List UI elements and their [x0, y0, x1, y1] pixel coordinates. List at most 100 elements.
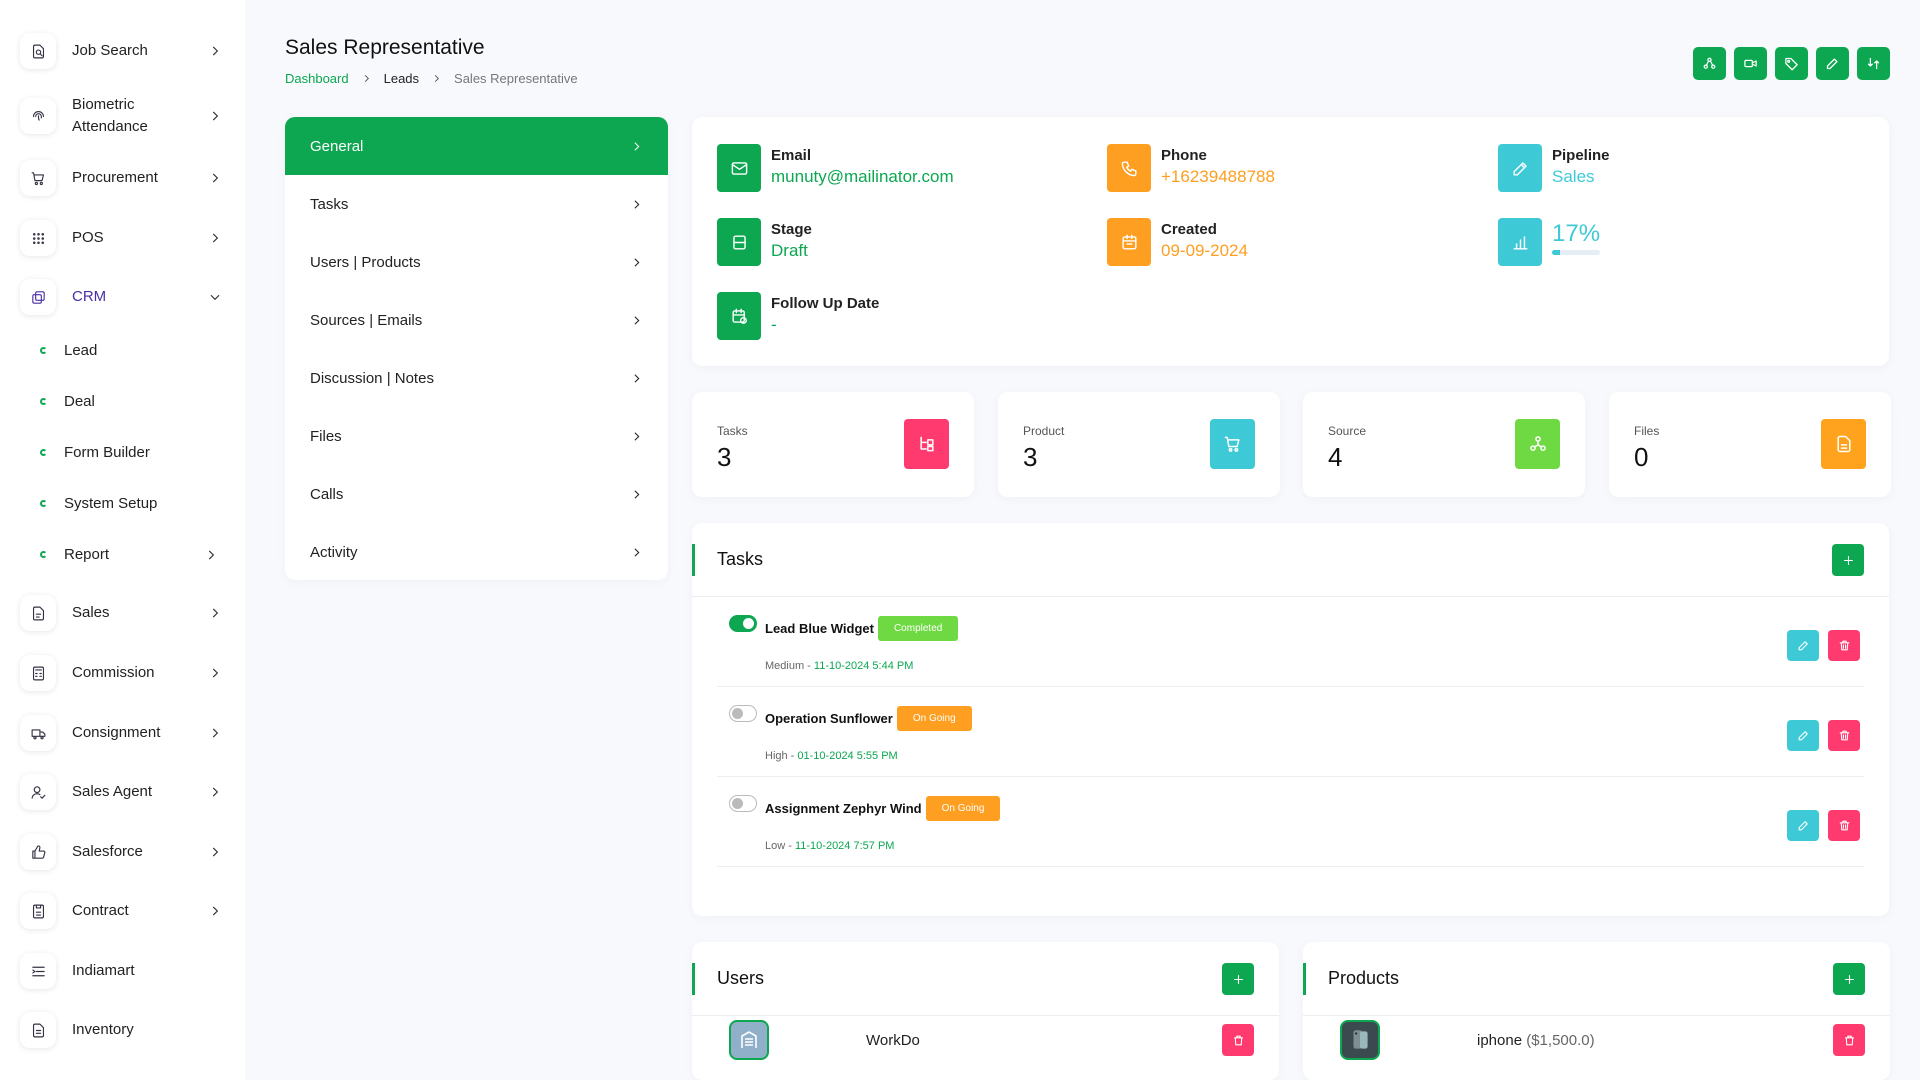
list-icon: [20, 953, 56, 989]
sidebar-item-indiamart[interactable]: Indiamart: [20, 953, 230, 989]
progress-percent: 17%: [1552, 220, 1601, 247]
chevron-right-icon: [634, 431, 640, 441]
sidebar-subitem-lead[interactable]: Lead: [40, 342, 230, 359]
task-name: Assignment Zephyr Wind On Going: [765, 796, 1001, 821]
product-image: [1340, 1020, 1380, 1060]
users-title: Users: [717, 968, 765, 988]
share-button[interactable]: [1693, 47, 1726, 80]
convert-button[interactable]: [1857, 47, 1890, 80]
task-row: Operation Sunflower On Going High - 01-10…: [717, 687, 1864, 777]
task-complete-toggle[interactable]: [729, 705, 757, 722]
sidebar-item-commission[interactable]: Commission: [20, 655, 230, 691]
sidebar-item-biometric-attendance[interactable]: Biometric Attendance: [20, 94, 230, 138]
calculator-icon: [20, 655, 56, 691]
task-complete-toggle[interactable]: [729, 615, 757, 632]
menu-item-label: General: [310, 137, 364, 155]
task-meta: High - 01-10-2024 5:55 PM: [765, 750, 898, 762]
sidebar-item-crm[interactable]: CRM: [20, 279, 230, 315]
sidebar-subitem-deal[interactable]: Deal: [40, 393, 230, 410]
subitem-label: System Setup: [64, 495, 158, 512]
chevron-right-icon: [212, 668, 219, 678]
label-button[interactable]: [1775, 47, 1808, 80]
delete-product-button[interactable]: [1833, 1024, 1865, 1056]
stat-card-product: Product 3: [998, 392, 1280, 497]
edit-task-button[interactable]: [1787, 810, 1819, 841]
created-value: 09-09-2024: [1161, 241, 1248, 260]
menu-item-users-products[interactable]: Users | Products: [285, 233, 668, 291]
task-title: Operation Sunflower: [765, 711, 893, 726]
sidebar-subitem-form-builder[interactable]: Form Builder: [40, 444, 230, 461]
breadcrumb-dashboard[interactable]: Dashboard: [285, 71, 349, 86]
followup-label: Follow Up Date: [771, 295, 880, 312]
plus-icon: [1843, 555, 1853, 565]
phone-device-icon: [1353, 1030, 1368, 1049]
subitem-label: Report: [64, 546, 110, 563]
sidebar-item-inventory[interactable]: Inventory: [20, 1012, 230, 1048]
menu-item-activity[interactable]: Activity: [285, 523, 668, 580]
sidebar-item-label: Consignment: [72, 724, 161, 741]
followup-info: Follow Up Date -: [717, 292, 879, 340]
task-date: 11-10-2024 7:57 PM: [794, 840, 895, 852]
accent-bar: [692, 963, 695, 995]
edit-button[interactable]: [1816, 47, 1849, 80]
menu-item-sources-emails[interactable]: Sources | Emails: [285, 291, 668, 349]
pipeline-info: Pipeline Sales: [1498, 144, 1610, 192]
delete-task-button[interactable]: [1828, 810, 1860, 841]
product-row: iphone ($1,500.0): [1340, 1018, 1865, 1062]
menu-item-discussion-notes[interactable]: Discussion | Notes: [285, 349, 668, 407]
menu-item-label: Sources | Emails: [310, 311, 423, 329]
menu-item-tasks[interactable]: Tasks: [285, 175, 668, 233]
menu-item-label: Calls: [310, 485, 344, 503]
delete-task-button[interactable]: [1828, 720, 1860, 751]
sidebar-item-sales-agent[interactable]: Sales Agent: [20, 774, 230, 810]
chevron-down-icon: [210, 294, 220, 301]
add-task-button[interactable]: [1832, 544, 1864, 576]
sidebar-item-consignment[interactable]: Consignment: [20, 715, 230, 751]
plus-icon: [1844, 974, 1854, 984]
user-row: WorkDo: [729, 1018, 1254, 1062]
task-complete-toggle[interactable]: [729, 795, 757, 812]
sidebar-item-label: Commission: [72, 664, 155, 681]
tasks-card: Tasks Lead Blue Widget Completed Medium -…: [692, 523, 1889, 916]
product-price: ($1,500.0): [1526, 1031, 1595, 1049]
sidebar-item-contract[interactable]: Contract: [20, 893, 230, 929]
task-priority: Low: [765, 840, 786, 852]
sidebar-subitem-report[interactable]: Report: [40, 546, 230, 563]
breadcrumb-leads[interactable]: Leads: [384, 71, 419, 86]
created-info: Created 09-09-2024: [1107, 218, 1248, 266]
file-search-icon: [20, 33, 56, 69]
share-icon: [1515, 419, 1560, 469]
menu-item-general[interactable]: General: [285, 117, 668, 175]
video-call-button[interactable]: [1734, 47, 1767, 80]
stat-value: 4: [1328, 442, 1343, 472]
edit-task-button[interactable]: [1787, 630, 1819, 661]
sidebar-subitem-system-setup[interactable]: System Setup: [40, 495, 230, 512]
chevron-right-icon: [212, 728, 219, 738]
add-product-button[interactable]: [1833, 963, 1865, 995]
user-name: WorkDo: [866, 1031, 920, 1049]
menu-item-files[interactable]: Files: [285, 407, 668, 465]
sidebar-item-pos[interactable]: POS: [20, 220, 230, 256]
stat-value: 3: [1023, 442, 1038, 472]
sidebar-item-salesforce[interactable]: Salesforce: [20, 834, 230, 870]
pen-icon: [1498, 144, 1542, 192]
edit-icon: [1798, 731, 1808, 741]
task-name: Operation Sunflower On Going: [765, 706, 972, 731]
add-user-button[interactable]: [1222, 963, 1254, 995]
share-icon: [1703, 57, 1716, 69]
task-date: 01-10-2024 5:55 PM: [797, 750, 898, 762]
progress-info: 17%: [1498, 218, 1600, 266]
email-value: munuty@mailinator.com: [771, 167, 954, 186]
sidebar-item-sales[interactable]: Sales: [20, 595, 230, 631]
sidebar-item-label: POS: [72, 229, 104, 246]
stat-label: Source: [1328, 424, 1367, 438]
delete-task-button[interactable]: [1828, 630, 1860, 661]
sidebar-item-job-search[interactable]: Job Search: [20, 33, 230, 69]
edit-task-button[interactable]: [1787, 720, 1819, 751]
sidebar-item-procurement[interactable]: Procurement: [20, 160, 230, 196]
stat-card-source: Source 4: [1303, 392, 1585, 497]
cart-icon: [1210, 419, 1255, 469]
created-label: Created: [1161, 221, 1217, 238]
menu-item-calls[interactable]: Calls: [285, 465, 668, 523]
delete-user-button[interactable]: [1222, 1024, 1254, 1056]
